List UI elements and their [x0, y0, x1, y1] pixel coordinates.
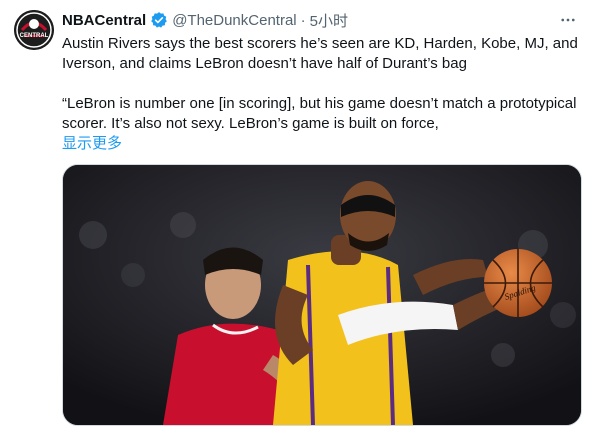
nba-logo-icon: CENTRAL	[14, 10, 54, 50]
display-name[interactable]: NBACentral	[62, 12, 146, 29]
tweet-paragraph-1: Austin Rivers says the best scorers he’s…	[62, 35, 578, 72]
tweet-card[interactable]: CENTRAL NBACentral @TheDunkCentral · 5小时…	[0, 0, 593, 426]
separator-dot: ·	[300, 11, 306, 29]
more-options-icon[interactable]	[557, 9, 579, 31]
show-more-link[interactable]: 显示更多	[62, 134, 122, 154]
avatar-label: CENTRAL	[20, 33, 49, 39]
verified-badge-icon	[150, 11, 168, 29]
basketball-photo: Spalding	[63, 165, 581, 425]
avatar[interactable]: CENTRAL	[14, 10, 54, 50]
tweet-media-image[interactable]: Spalding	[62, 164, 582, 426]
basketball: Spalding	[484, 249, 552, 317]
tweet-text: Austin Rivers says the best scorers he’s…	[62, 34, 584, 154]
account-handle[interactable]: @TheDunkCentral	[172, 12, 296, 29]
tweet-header: NBACentral @TheDunkCentral · 5小时	[62, 9, 579, 31]
tweet-paragraph-2: “LeBron is number one [in scoring], but …	[62, 95, 577, 132]
timestamp[interactable]: 5小时	[310, 10, 348, 31]
